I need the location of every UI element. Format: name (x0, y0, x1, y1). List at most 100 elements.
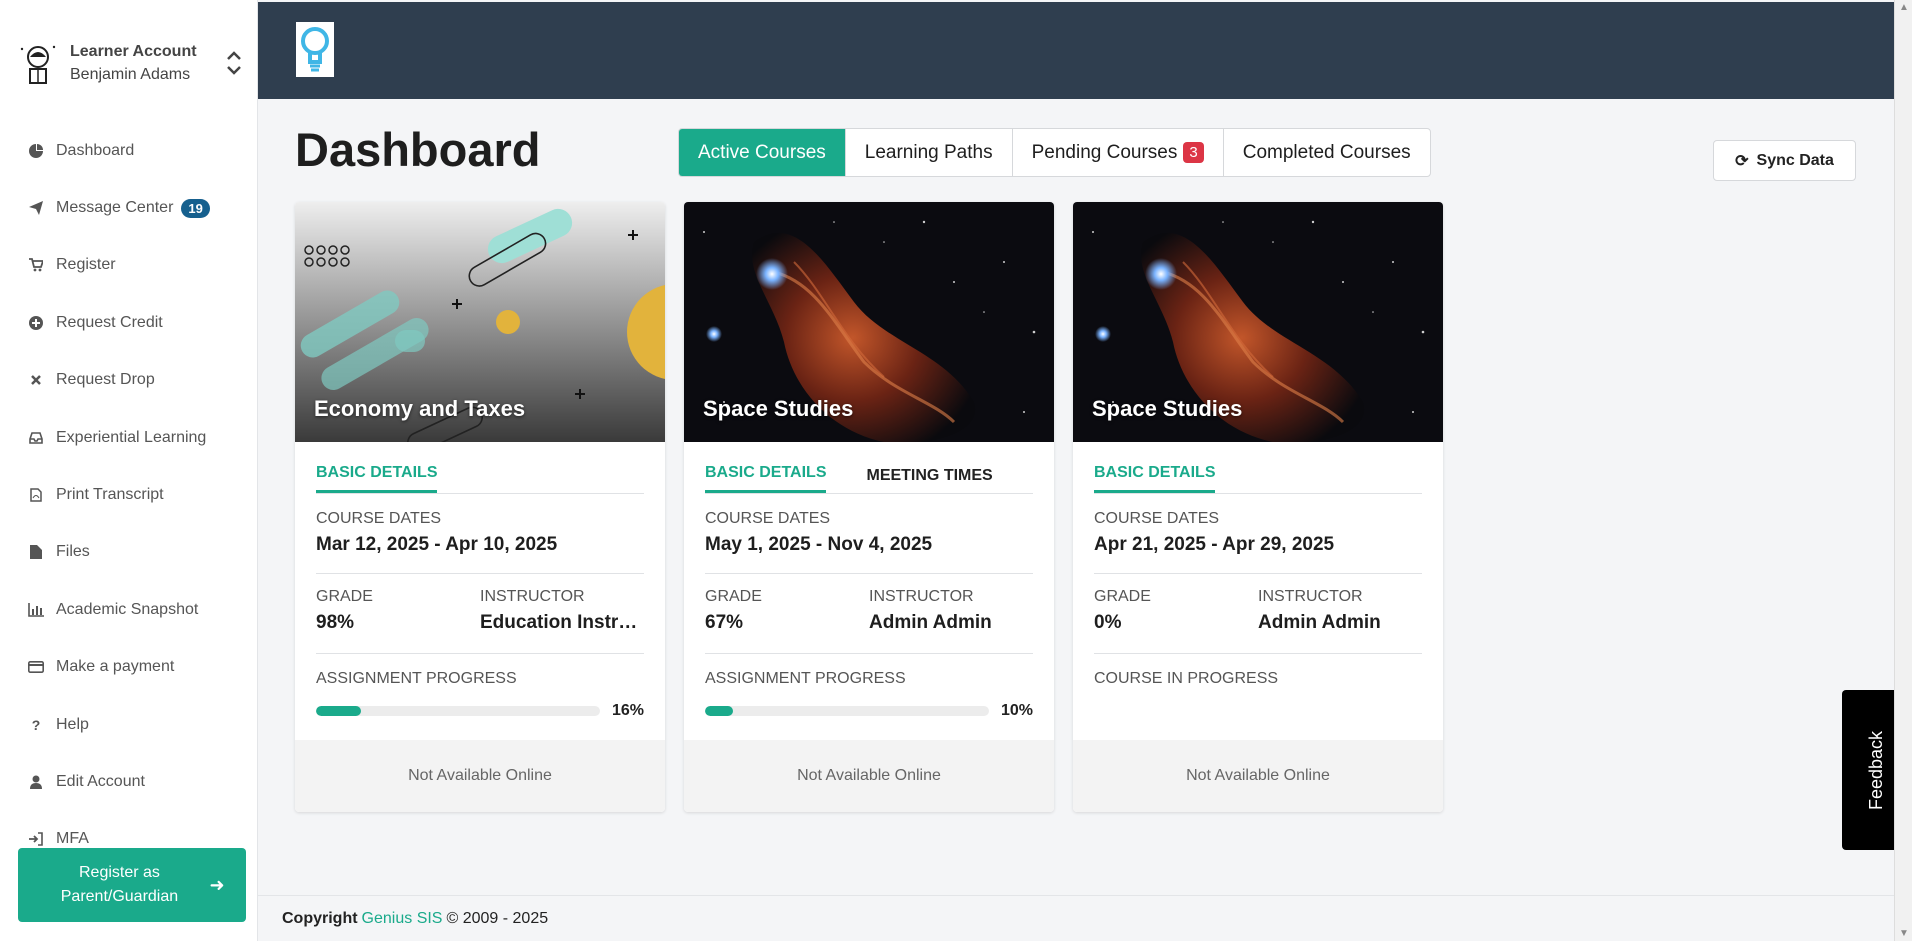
learner-avatar-icon (20, 45, 56, 84)
grade-value: 0% (1094, 612, 1122, 633)
instructor-label: INSTRUCTOR (480, 588, 585, 605)
instructor-label: INSTRUCTOR (1258, 588, 1363, 605)
sidebar-item-label: Academic Snapshot (56, 600, 199, 618)
account-name: Benjamin Adams (70, 66, 191, 83)
progress-fill (316, 706, 362, 716)
tab-label: Completed Courses (1242, 141, 1411, 163)
course-card[interactable]: Economy and Taxes BASIC DETAILS COURSE D… (295, 202, 665, 812)
course-dates-label: COURSE DATES (316, 510, 442, 527)
vertical-scrollbar[interactable]: ▲ ▼ (1894, 0, 1912, 941)
chevron-up-down-icon[interactable] (225, 48, 243, 78)
course-tabs: Active Courses Learning Paths Pending Co… (678, 128, 1431, 177)
account-switcher[interactable]: Learner Account Benjamin Adams (18, 38, 243, 88)
plus-circle-icon (28, 315, 44, 331)
sign-in-icon (28, 831, 44, 847)
course-dates-value: May 1, 2025 - Nov 4, 2025 (705, 534, 933, 555)
sync-data-button[interactable]: ⟳ Sync Data (1713, 140, 1856, 181)
sidebar-item-print-transcript[interactable]: Print Transcript (0, 466, 258, 523)
progress-percent: 16% (611, 702, 644, 719)
course-dates-value: Mar 12, 2025 - Apr 10, 2025 (316, 534, 558, 555)
register-parent-label: Register as Parent/Guardian (60, 864, 179, 905)
sidebar-item-label: Register (56, 256, 116, 274)
pending-count-badge: 3 (1183, 142, 1204, 163)
course-card[interactable]: Space Studies BASIC DETAILS MEETING TIME… (684, 202, 1054, 812)
course-card[interactable]: Space Studies BASIC DETAILS COURSE DATES… (1073, 202, 1443, 812)
availability-status: Not Available Online (295, 740, 665, 812)
sync-label: Sync Data (1756, 151, 1834, 169)
sidebar-item-academic-snapshot[interactable]: Academic Snapshot (0, 581, 258, 638)
copyright-label: Copyright (282, 909, 358, 927)
tab-basic-details[interactable]: BASIC DETAILS (1094, 464, 1216, 493)
feedback-label: Feedback (1866, 730, 1887, 810)
tab-basic-details[interactable]: BASIC DETAILS (705, 464, 827, 493)
sidebar-item-experiential-learning[interactable]: Experiential Learning (0, 409, 258, 466)
tab-label: Active Courses (698, 141, 826, 163)
course-dates-value: Apr 21, 2025 - Apr 29, 2025 (1094, 534, 1335, 555)
refresh-icon: ⟳ (1735, 152, 1749, 170)
sidebar-item-label: MFA (56, 830, 89, 848)
credit-card-icon (28, 659, 44, 675)
paper-plane-icon (28, 200, 44, 216)
sidebar-item-register[interactable]: Register (0, 237, 258, 294)
availability-status: Not Available Online (684, 740, 1054, 812)
top-bar (258, 2, 1894, 99)
file-icon (28, 544, 44, 560)
sidebar-item-edit-account[interactable]: Edit Account (0, 753, 258, 810)
lightbulb-logo-icon[interactable] (296, 22, 334, 77)
tab-completed-courses[interactable]: Completed Courses (1222, 129, 1430, 176)
course-image: Space Studies (684, 202, 1054, 442)
pie-chart-icon (28, 143, 44, 159)
sidebar-nav: Dashboard Message Center 19 Register Req… (0, 122, 258, 868)
course-title: Space Studies (1092, 396, 1243, 421)
progress-bar (705, 706, 989, 716)
tab-basic-details[interactable]: BASIC DETAILS (316, 464, 438, 493)
sidebar-item-label: Print Transcript (56, 486, 164, 504)
sidebar-item-message-center[interactable]: Message Center 19 (0, 179, 258, 236)
x-icon (28, 372, 44, 388)
assignment-progress-label: ASSIGNMENT PROGRESS (705, 670, 906, 687)
card-tabs: BASIC DETAILS (316, 442, 644, 494)
scroll-up-arrow-icon[interactable]: ▲ (1899, 2, 1909, 13)
course-in-progress-label: COURSE IN PROGRESS (1094, 670, 1279, 687)
availability-status: Not Available Online (1073, 740, 1443, 812)
bar-chart-icon (28, 602, 44, 618)
user-icon (28, 774, 44, 790)
grade-label: GRADE (705, 588, 762, 605)
message-count-badge: 19 (181, 198, 210, 218)
tab-active-courses[interactable]: Active Courses (679, 129, 845, 176)
progress-fill (705, 706, 734, 716)
sidebar-item-label: Help (56, 715, 89, 733)
tab-label: Pending Courses (1031, 141, 1178, 163)
sidebar: Learner Account Benjamin Adams Dashboard… (0, 0, 258, 941)
sidebar-item-label: Edit Account (56, 772, 145, 790)
card-tabs: BASIC DETAILS (1094, 442, 1422, 494)
account-role: Learner Account (70, 43, 197, 60)
sidebar-item-label: Files (56, 543, 90, 561)
tab-learning-paths[interactable]: Learning Paths (844, 129, 1012, 176)
instructor-value: Education Instructor (480, 612, 644, 633)
instructor-label: INSTRUCTOR (869, 588, 974, 605)
pdf-icon (28, 487, 44, 503)
tab-pending-courses[interactable]: Pending Courses 3 (1011, 129, 1223, 176)
scroll-down-arrow-icon[interactable]: ▼ (1899, 928, 1909, 939)
instructor-value: Admin Admin (1258, 612, 1381, 633)
grade-label: GRADE (1094, 588, 1151, 605)
sidebar-item-request-credit[interactable]: Request Credit (0, 294, 258, 351)
sidebar-item-label: Dashboard (56, 141, 135, 159)
progress-percent: 10% (1000, 702, 1033, 719)
sidebar-item-request-drop[interactable]: Request Drop (0, 352, 258, 409)
copyright-years: © 2009 - 2025 (446, 909, 549, 927)
register-parent-button[interactable]: Register as Parent/Guardian ➜ (18, 848, 246, 922)
sidebar-item-help[interactable]: ? Help (0, 696, 258, 753)
cart-icon (28, 257, 44, 273)
sidebar-item-make-payment[interactable]: Make a payment (0, 639, 258, 696)
sidebar-item-files[interactable]: Files (0, 524, 258, 581)
sidebar-item-label: Experiential Learning (56, 428, 207, 446)
course-image: Economy and Taxes (295, 202, 665, 442)
instructor-value: Admin Admin (869, 612, 992, 633)
brand-link[interactable]: Genius SIS (362, 910, 443, 928)
sidebar-item-label: Make a payment (56, 658, 175, 676)
sidebar-item-dashboard[interactable]: Dashboard (0, 122, 258, 179)
tab-meeting-times[interactable]: MEETING TIMES (866, 467, 992, 493)
sidebar-item-label: Request Drop (56, 371, 155, 389)
